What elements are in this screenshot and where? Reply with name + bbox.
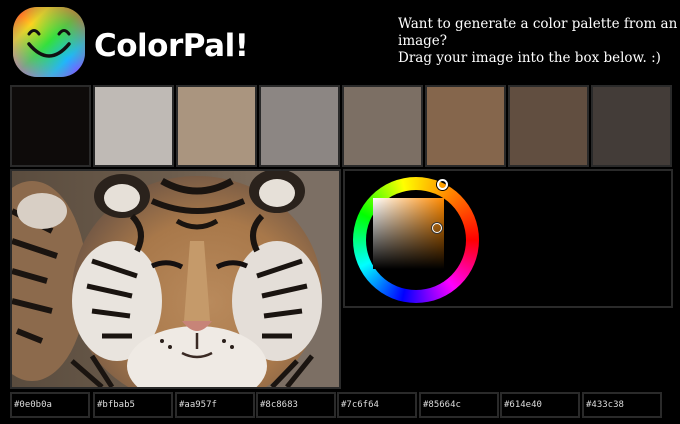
hex-field-4[interactable]: #8c8683: [256, 392, 336, 418]
swatch-2[interactable]: [93, 85, 174, 167]
intro-line-1: Want to generate a color palette from an: [398, 16, 678, 32]
colorpal-logo-icon: [13, 7, 85, 77]
hex-field-7[interactable]: #614e40: [500, 392, 580, 418]
hex-field-6[interactable]: #85664c: [419, 392, 499, 418]
app-title: ColorPal!: [94, 28, 249, 64]
intro-line-3: Drag your image into the box below. :): [398, 50, 661, 66]
hue-handle-icon[interactable]: [437, 179, 448, 190]
image-drop-area[interactable]: [10, 169, 341, 389]
intro-line-2: image?: [398, 33, 448, 49]
saturation-value-square[interactable]: [373, 198, 444, 269]
tiger-photo: [12, 171, 339, 387]
swatch-3[interactable]: [176, 85, 257, 167]
intro-text: Want to generate a color palette from an…: [398, 16, 678, 67]
hex-field-3[interactable]: #aa957f: [175, 392, 255, 418]
hex-field-5[interactable]: #7c6f64: [337, 392, 417, 418]
swatch-6[interactable]: [425, 85, 506, 167]
swatch-7[interactable]: [508, 85, 589, 167]
hex-field-2[interactable]: #bfbab5: [93, 392, 173, 418]
saturation-handle-icon[interactable]: [432, 223, 442, 233]
hex-field-1[interactable]: #0e0b0a: [10, 392, 90, 418]
hex-field-8[interactable]: #433c38: [582, 392, 662, 418]
swatch-8[interactable]: [591, 85, 672, 167]
color-picker-panel: [343, 169, 673, 308]
swatch-1[interactable]: [10, 85, 91, 167]
swatch-5[interactable]: [342, 85, 423, 167]
swatch-4[interactable]: [259, 85, 340, 167]
